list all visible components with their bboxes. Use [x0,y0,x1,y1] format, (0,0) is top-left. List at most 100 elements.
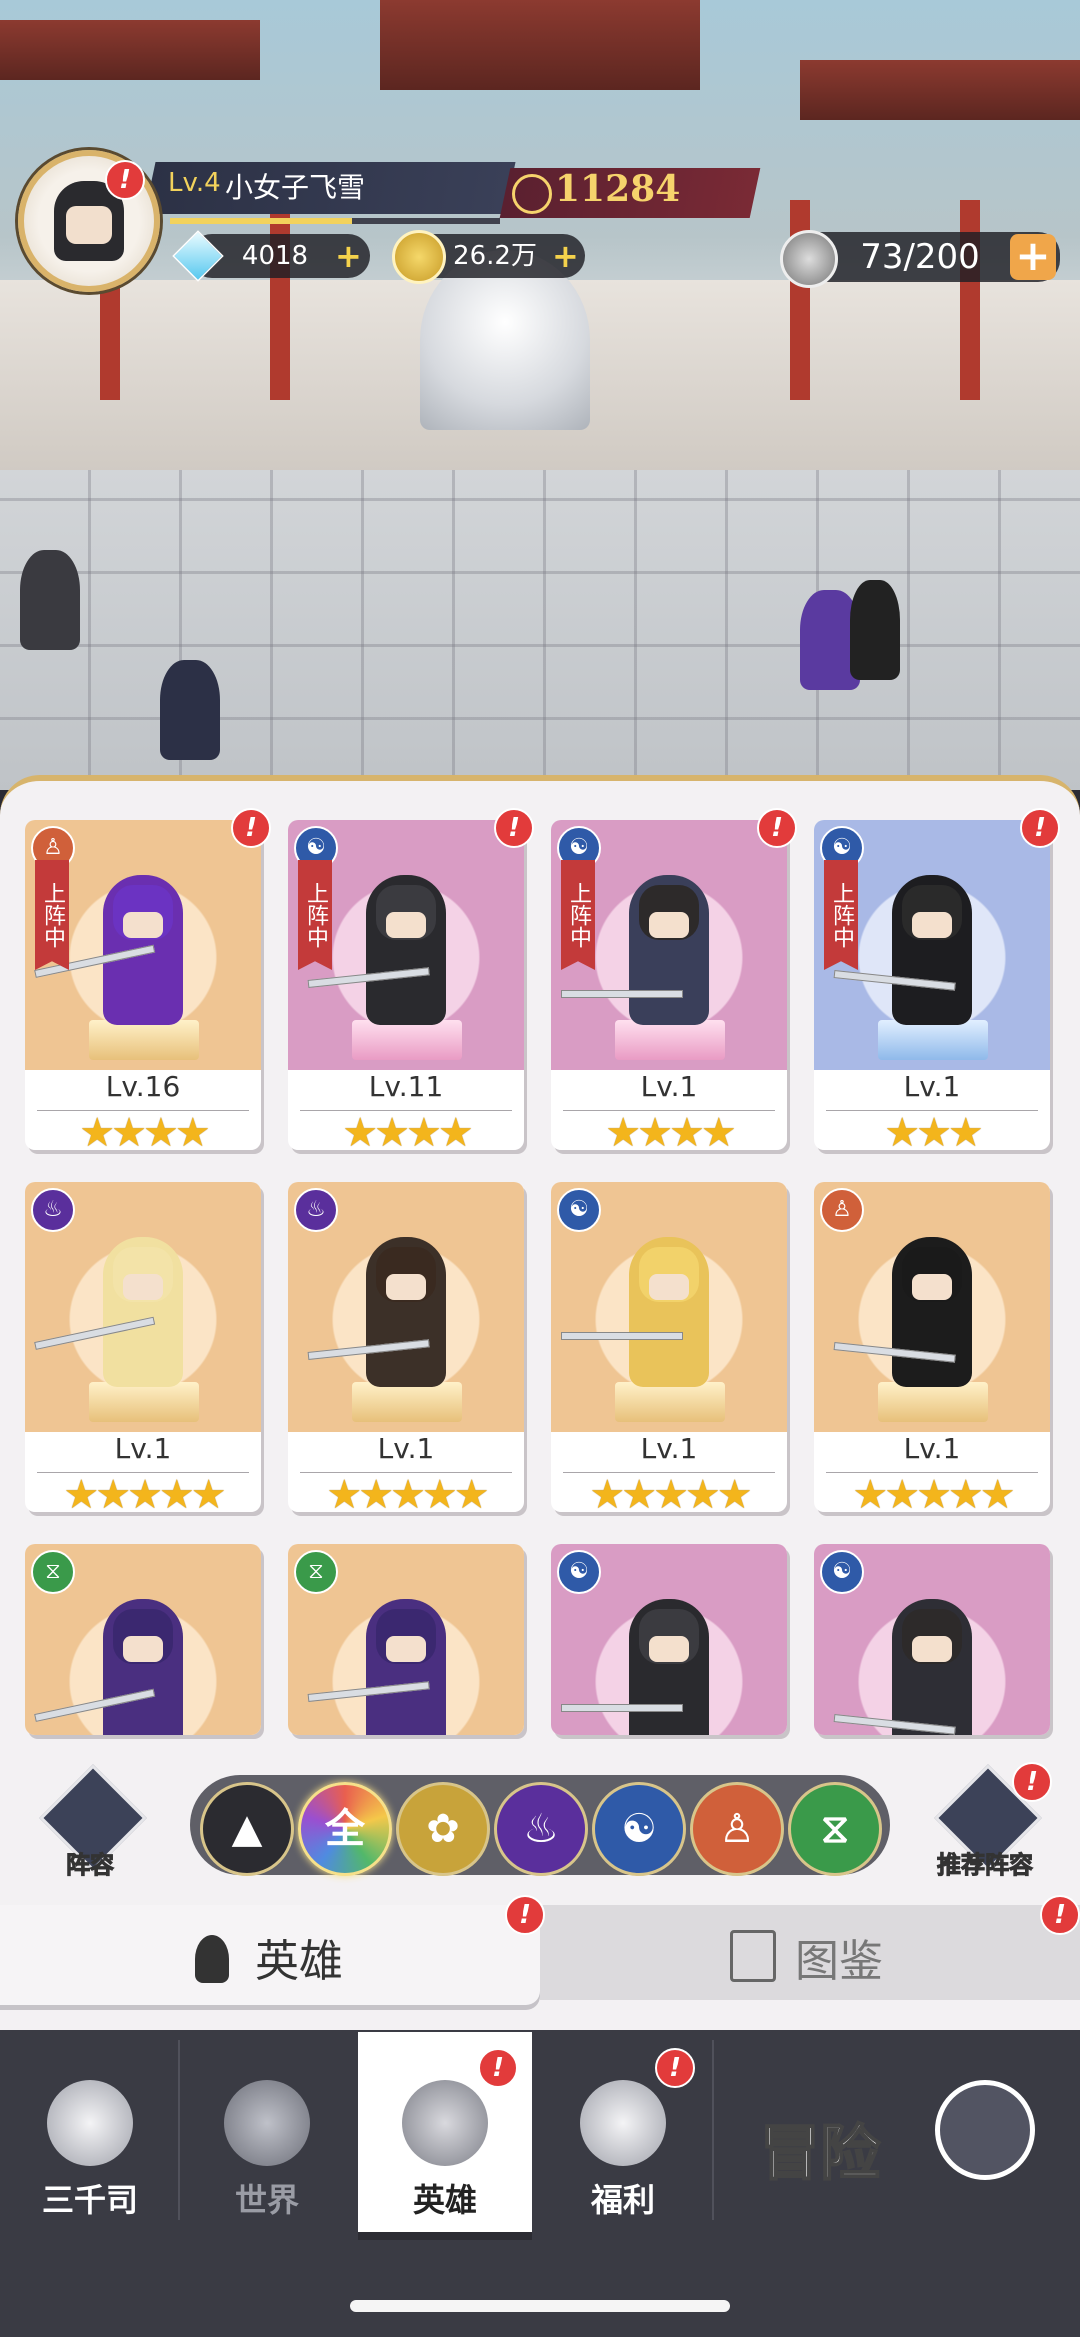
heroes-tab-alert-badge: ! [505,1895,545,1935]
pedestal [878,1382,988,1422]
hero-card[interactable]: ♨ Lv.1 ★★★★★ [288,1182,524,1512]
hero-card[interactable]: ☯ [551,1544,787,1735]
hero-face [912,1636,952,1662]
hero-face [123,1274,163,1300]
nav-world[interactable]: 世界 [182,2040,352,2240]
unit-sprite [20,550,80,650]
pedestal [878,1020,988,1060]
lineup-button[interactable]: 阵容 [35,1764,147,1880]
in-lineup-banner: 上阵中 [298,860,332,970]
flame-icon[interactable]: ♨ [494,1782,588,1876]
filter-class-icon[interactable]: ▲ [200,1782,294,1876]
temple-roof-center [380,0,700,90]
hero-level: Lv.1 [903,1070,961,1103]
hero-face [649,912,689,938]
hero-card[interactable]: ☯ 上阵中 Lv.1 ★★★ [814,820,1050,1150]
recommend-alert-badge: ! [1012,1762,1052,1802]
codex-tab-label: 图鉴 [795,1936,883,1987]
combat-power: 11284 [555,168,681,210]
hero-card[interactable]: ☯ 上阵中 Lv.1 ★★★★ [551,820,787,1150]
unit-sprite [160,660,220,760]
lock-icon [224,2080,310,2166]
hero-card[interactable]: ☯ 上阵中 Lv.11 ★★★★ [288,820,524,1150]
gold-value: 26.2万 [453,241,537,271]
filter-all-button[interactable]: 全 [298,1782,392,1876]
flame-icon: ♨ [294,1188,338,1232]
codex-icon [730,1930,776,1982]
stamina-value: 73/200 [860,237,980,277]
coin-icon [392,230,446,284]
hero-level: Lv.1 [640,1070,698,1103]
hero-card[interactable]: ♨ Lv.1 ★★★★★ [25,1182,261,1512]
home-indicator[interactable] [350,2300,730,2312]
nav-sanqiansi-label: 三千司 [41,2181,138,2219]
hero-face [386,1636,426,1662]
pedestal [89,1382,199,1422]
power-icon [512,174,552,214]
lineup-label: 阵容 [66,1851,115,1880]
stamina-plus-button[interactable]: + [1010,234,1056,280]
hero-level: Lv.1 [377,1432,435,1465]
hero-face [386,912,426,938]
pedestal [615,1020,725,1060]
star-rating: ★★★★ [605,1110,736,1150]
star-rating: ★★★★★ [326,1472,489,1512]
heroes-tab-label: 英雄 [255,1936,343,1987]
gems-plus-icon[interactable]: + [335,234,362,278]
unit-sprite [850,580,900,680]
tab-codex[interactable]: 图鉴 [540,1905,1080,2000]
hero-card[interactable]: ⧖ [25,1544,261,1735]
hero-level: Lv.11 [368,1070,444,1103]
yin-yang-icon[interactable]: ☯ [592,1782,686,1876]
hero-level: Lv.1 [903,1432,961,1465]
player-name: 小女子飞雪 [225,171,366,204]
hero-icon [402,2080,488,2166]
meditation-icon[interactable]: ♙ [690,1782,784,1876]
hero-face [912,912,952,938]
star-rating: ★★★★★ [852,1472,1015,1512]
yin-yang-icon: ☯ [820,1550,864,1594]
in-lineup-banner: 上阵中 [35,860,69,970]
flame-icon: ♨ [31,1188,75,1232]
hero-card[interactable]: ⧖ [288,1544,524,1735]
hero-face [123,912,163,938]
dna-icon: ⧖ [294,1550,338,1594]
nav-sanqiansi[interactable]: 三千司 [5,2040,175,2240]
star-rating: ★★★★ [79,1110,210,1150]
star-rating: ★★★★ [342,1110,473,1150]
sword [561,990,683,998]
in-lineup-banner: 上阵中 [561,860,595,970]
codex-tab-alert-badge: ! [1040,1895,1080,1935]
hero-alert-badge: ! [1020,808,1060,848]
nav-adventure[interactable]: 冒险 [759,2105,881,2192]
sword [561,1704,683,1712]
pedestal [615,1382,725,1422]
hero-silhouette-icon [195,1935,229,1983]
gems-value: 4018 [241,241,309,271]
dna-icon[interactable]: ⧖ [788,1782,882,1876]
compass-icon[interactable] [935,2080,1035,2180]
hero-level: Lv.1 [640,1432,698,1465]
pedestal [352,1020,462,1060]
star-rating: ★★★★★ [589,1472,752,1512]
hero-card[interactable]: ♙ 上阵中 Lv.16 ★★★★ [25,820,261,1150]
yin-yang-icon: ☯ [557,1550,601,1594]
hero-card[interactable]: ☯ Lv.1 ★★★★★ [551,1182,787,1512]
meditation-icon: ♙ [820,1188,864,1232]
dna-icon: ⧖ [31,1550,75,1594]
xp-bar [170,218,500,224]
hero-card[interactable]: ♙ Lv.1 ★★★★★ [814,1182,1050,1512]
hero-card[interactable]: ☯ [814,1544,1050,1735]
temple-roof-right [800,60,1080,120]
hero-face [649,1274,689,1300]
gold-plus-icon[interactable]: + [552,234,579,278]
hero-face [386,1274,426,1300]
tab-heroes[interactable]: 英雄 [0,1905,540,2005]
lotus-icon[interactable]: ✿ [396,1782,490,1876]
yin-yang-icon: ☯ [557,1188,601,1232]
battle-scene [0,0,1080,790]
palace-icon [47,2080,133,2166]
avatar-alert-badge: ! [105,160,145,200]
nav-welfare-label: 福利 [590,2181,655,2219]
player-level: Lv.4 [168,168,221,198]
